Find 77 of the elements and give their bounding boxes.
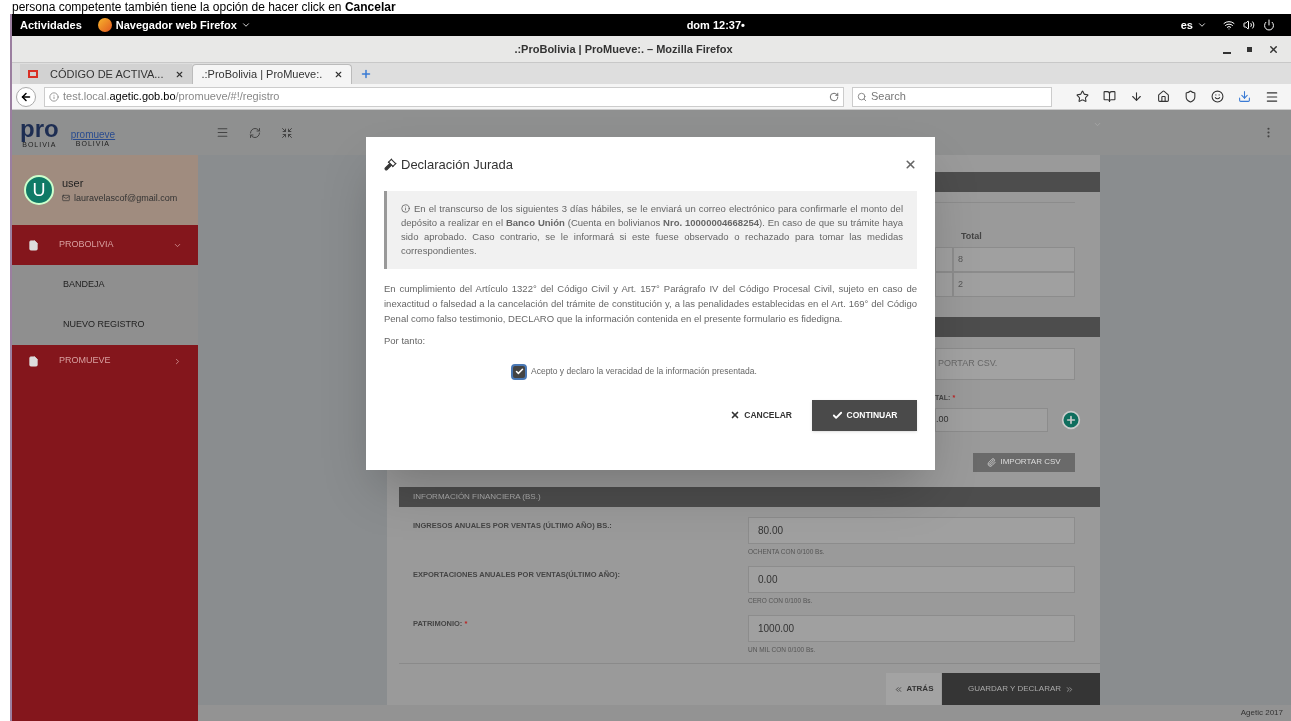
- refresh-icon[interactable]: [249, 126, 261, 139]
- total-input[interactable]: .00: [935, 407, 1048, 432]
- close-icon[interactable]: [904, 158, 917, 172]
- amount-input[interactable]: 0.00: [748, 565, 1075, 593]
- add-icon[interactable]: [1061, 409, 1081, 430]
- table-cell: 2: [953, 272, 1075, 297]
- caret-icon: [240, 20, 251, 30]
- amount-input[interactable]: 1000.00: [748, 614, 1075, 642]
- power-icon[interactable]: [1263, 19, 1275, 31]
- check-icon: [514, 367, 524, 377]
- agreement-label: Acepto y declaro la veracidad de la información presentada.: [531, 365, 757, 379]
- chevron-right-icon: [173, 356, 182, 366]
- info-icon: [401, 204, 410, 214]
- reading-list-icon[interactable]: [1103, 90, 1116, 103]
- dialog-title: Declaración Jurada: [401, 156, 514, 174]
- amount-input[interactable]: 80.00: [748, 516, 1075, 544]
- caret-icon: [1197, 20, 1207, 30]
- browser-tab[interactable]: .:ProBolivia | ProMueve:.: [192, 64, 353, 84]
- bookmark-star-icon[interactable]: [1076, 90, 1089, 103]
- close-tab-icon[interactable]: [334, 70, 344, 79]
- table-cell: 8: [953, 247, 1075, 272]
- paperclip-icon: [987, 457, 997, 467]
- activities-button[interactable]: Actividades: [20, 16, 82, 34]
- caption-text: persona competente también tiene la opción de hacer click en Cancelar: [12, 0, 396, 14]
- double-chevron-right-icon: [1065, 684, 1075, 694]
- home-icon[interactable]: [1157, 90, 1170, 103]
- reload-icon[interactable]: [829, 91, 839, 102]
- check-icon: [831, 409, 843, 421]
- mail-icon: [62, 194, 70, 203]
- clock[interactable]: dom 12:37•: [686, 16, 745, 34]
- gavel-icon: [384, 158, 397, 172]
- info-icon: [49, 91, 59, 102]
- user-email: lauravelascof@gmail.com: [74, 191, 178, 205]
- window-title: .:ProBolivia | ProMueve:. – Mozilla Firefox: [514, 41, 733, 57]
- download-icon[interactable]: [1238, 90, 1251, 103]
- shield-icon[interactable]: [1184, 90, 1197, 103]
- document-icon: [28, 355, 39, 367]
- close-icon[interactable]: [1268, 43, 1279, 55]
- menu-icon[interactable]: [216, 126, 229, 139]
- avatar: U: [24, 175, 54, 205]
- speaker-icon[interactable]: [1243, 19, 1255, 31]
- back-button[interactable]: [16, 86, 36, 107]
- search-icon: [857, 91, 867, 102]
- address-bar[interactable]: test.local.agetic.gob.bo/promueve/#!/registro: [44, 86, 844, 107]
- wifi-icon[interactable]: [1223, 19, 1235, 31]
- language-menu[interactable]: es: [1180, 16, 1207, 34]
- close-tab-icon[interactable]: [175, 69, 185, 79]
- conclusion-text: Por tanto:: [384, 333, 427, 348]
- search-field[interactable]: Search: [852, 86, 1052, 107]
- import-csv-button[interactable]: IMPORTAR CSV: [973, 452, 1075, 472]
- browser-tab[interactable]: CÓDIGO DE ACTIVA...: [20, 64, 193, 84]
- maximize-icon[interactable]: [1247, 46, 1252, 52]
- document-icon: [28, 239, 39, 251]
- back-arrow-icon: [20, 90, 32, 103]
- user-name: user: [62, 176, 85, 191]
- table-cell: [935, 247, 953, 272]
- back-button[interactable]: ATRÁS: [886, 673, 941, 705]
- double-chevron-left-icon: [893, 684, 903, 694]
- save-declare-button[interactable]: GUARDAR Y DECLARAR: [942, 673, 1100, 705]
- cross-icon: [730, 410, 741, 421]
- cancel-button[interactable]: CANCELAR: [730, 408, 792, 422]
- firefox-logo-icon: [97, 18, 112, 32]
- agreement-checkbox[interactable]: [511, 363, 527, 380]
- menu-icon[interactable]: [1265, 89, 1279, 104]
- fullscreen-icon[interactable]: [281, 126, 293, 139]
- app-menu[interactable]: Navegador web Firefox: [97, 16, 251, 34]
- declaration-text: En cumplimiento del Artículo 1322° del Código Civil y Art. 157° Parágrafo IV del Código Procesal Civil, sujeto en caso de inexactitud o falsedad a la cancelación del trámite de constitución y, a las penalidades establecidas en el Art. 169° del Código Penal como falso testimonio, DECLARO que la información contenida en el presente formulario es fidedigna.: [384, 281, 917, 326]
- submenu-item[interactable]: NUEVO REGISTRO: [12, 305, 198, 345]
- submenu-item[interactable]: BANDEJA: [12, 265, 198, 305]
- footer-text: Agetic 2017: [1240, 707, 1283, 719]
- table-cell: [935, 272, 953, 297]
- column-header: Total: [961, 229, 982, 243]
- section-header: INFORMACIÓN FINANCIERA (BS.): [399, 486, 1100, 507]
- continue-button[interactable]: CONTINUAR: [812, 399, 917, 431]
- arrow-down-icon[interactable]: [1130, 90, 1143, 103]
- new-tab-icon[interactable]: [360, 68, 373, 80]
- notice-text: En el transcurso de los siguientes 3 días hábiles, se le enviará un correo electrónico para confirmarle el monto del depósito a realizar en el Banco Unión (Cuenta en bolivianos Nro. 10000004668254). En caso de que su trámite haya sido aprobado. Caso contrario, se le informará si este fuese observado o rechazado para tomar las medidas correspondientes.: [401, 201, 903, 258]
